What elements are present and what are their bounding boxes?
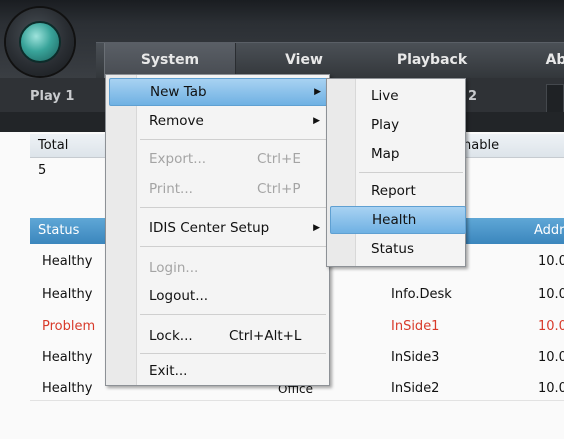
submenu-arrow-icon: ▶	[313, 223, 320, 233]
row-status[interactable]: Healthy	[34, 345, 92, 371]
menu-item-center-setup[interactable]: IDIS Center Setup ▶	[109, 215, 328, 241]
menu-item-login[interactable]: Login...	[109, 255, 328, 281]
submenu-item-status[interactable]: Status	[330, 236, 464, 262]
col-header-address[interactable]: Addr	[526, 218, 564, 244]
row-name[interactable]: Info.Desk	[383, 282, 452, 308]
menu-item-export[interactable]: Export... Ctrl+E	[109, 146, 328, 172]
menu-separator	[140, 314, 326, 315]
menu-bar: System View Playback Ab	[96, 42, 564, 79]
system-menu: New Tab ▶ Remove ▶ Export... Ctrl+E Prin…	[105, 74, 330, 386]
submenu-item-report[interactable]: Report	[330, 178, 464, 204]
menu-about[interactable]: Ab	[536, 43, 564, 79]
tab-play2[interactable]: 2	[468, 84, 478, 112]
col-header-status[interactable]: Status	[30, 218, 79, 244]
menu-separator	[140, 207, 326, 208]
submenu-item-play[interactable]: Play	[330, 112, 464, 138]
row-addr[interactable]: 10.0	[530, 345, 564, 371]
menu-item-remove[interactable]: Remove ▶	[109, 108, 328, 134]
row-addr[interactable]: 10.0	[530, 282, 564, 308]
tab-active[interactable]	[546, 84, 564, 112]
row-name[interactable]: InSide3	[383, 345, 439, 371]
menu-playback[interactable]: Playback	[382, 43, 482, 79]
row-name[interactable]: InSide1	[383, 314, 439, 340]
menu-item-exit[interactable]: Exit...	[109, 358, 328, 384]
row-name[interactable]: InSide2	[383, 376, 439, 402]
submenu-item-live[interactable]: Live	[330, 83, 464, 109]
menu-item-lock[interactable]: Lock... Ctrl+Alt+L	[109, 323, 328, 349]
summary-col-total: Total	[38, 138, 69, 153]
row-status[interactable]: Healthy	[34, 376, 92, 402]
row-status[interactable]: Healthy	[34, 249, 92, 275]
row-status[interactable]: Healthy	[34, 282, 92, 308]
menu-item-new-tab[interactable]: New Tab ▶	[109, 78, 330, 106]
row-addr[interactable]: 10.0	[530, 249, 564, 275]
menu-separator	[140, 353, 326, 354]
menu-item-print[interactable]: Print... Ctrl+P	[109, 176, 328, 202]
submenu-item-health[interactable]: Health	[330, 206, 466, 234]
summary-total-value: 5	[38, 163, 47, 178]
menu-separator	[140, 139, 326, 140]
menu-separator	[140, 246, 326, 247]
row-addr[interactable]: 10.0	[530, 314, 564, 340]
submenu-arrow-icon: ▶	[313, 116, 320, 126]
table-divider	[30, 400, 564, 401]
menu-item-logout[interactable]: Logout...	[109, 283, 328, 309]
row-status-problem[interactable]: Problem	[34, 314, 95, 340]
submenu-arrow-icon: ▶	[314, 87, 321, 97]
submenu-item-map[interactable]: Map	[330, 141, 464, 167]
new-tab-submenu: Live Play Map Report Health Status	[326, 78, 466, 267]
app-logo-icon[interactable]	[6, 8, 74, 76]
tab-play1[interactable]: Play 1	[0, 84, 96, 112]
row-addr[interactable]: 10.0	[530, 376, 564, 402]
menu-separator	[359, 172, 463, 173]
